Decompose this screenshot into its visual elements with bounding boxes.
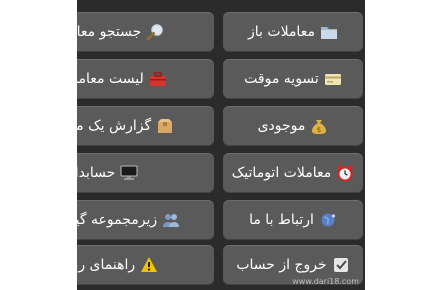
globe-icon xyxy=(321,213,336,227)
temporary-settlement-button[interactable]: تسویه موقت xyxy=(223,59,363,99)
money-bag-icon: $ xyxy=(312,120,327,134)
card-icon xyxy=(324,74,341,85)
bot-guide-button[interactable]: راهنمای ربات xyxy=(77,245,214,285)
magnifier-icon xyxy=(146,24,163,41)
search-trade-button[interactable]: جستجو معامله xyxy=(77,12,214,52)
contact-us-button[interactable]: ارتباط با ما xyxy=(223,200,363,240)
alarm-clock-icon xyxy=(337,165,353,182)
bot-keyboard-panel: معاملات باز جستجو معامله تسویه موقت xyxy=(77,0,365,290)
open-trades-button[interactable]: معاملات باز xyxy=(223,12,363,52)
referral-button[interactable]: زیرمجموعه گیری xyxy=(77,200,214,240)
users-icon xyxy=(163,214,180,227)
box-icon xyxy=(158,119,173,133)
warning-icon xyxy=(141,257,158,272)
monthly-report-button[interactable]: گزارش یک ماهه xyxy=(77,106,214,146)
svg-text:$: $ xyxy=(317,126,321,134)
watermark: www.dari18.com xyxy=(292,277,359,286)
automatic-trades-button[interactable]: معاملات اتوماتیک xyxy=(223,153,363,193)
accounting-button[interactable]: حسابداری xyxy=(77,153,214,193)
menu-grid: معاملات باز جستجو معامله تسویه موقت xyxy=(77,8,365,285)
checkbox-icon xyxy=(333,258,348,272)
folder-icon xyxy=(320,27,337,39)
toolbox-icon xyxy=(149,72,166,86)
balance-button[interactable]: $ موجودی xyxy=(223,106,363,146)
trades-list-button[interactable]: لیست معاملات xyxy=(77,59,214,99)
computer-icon xyxy=(120,165,138,180)
